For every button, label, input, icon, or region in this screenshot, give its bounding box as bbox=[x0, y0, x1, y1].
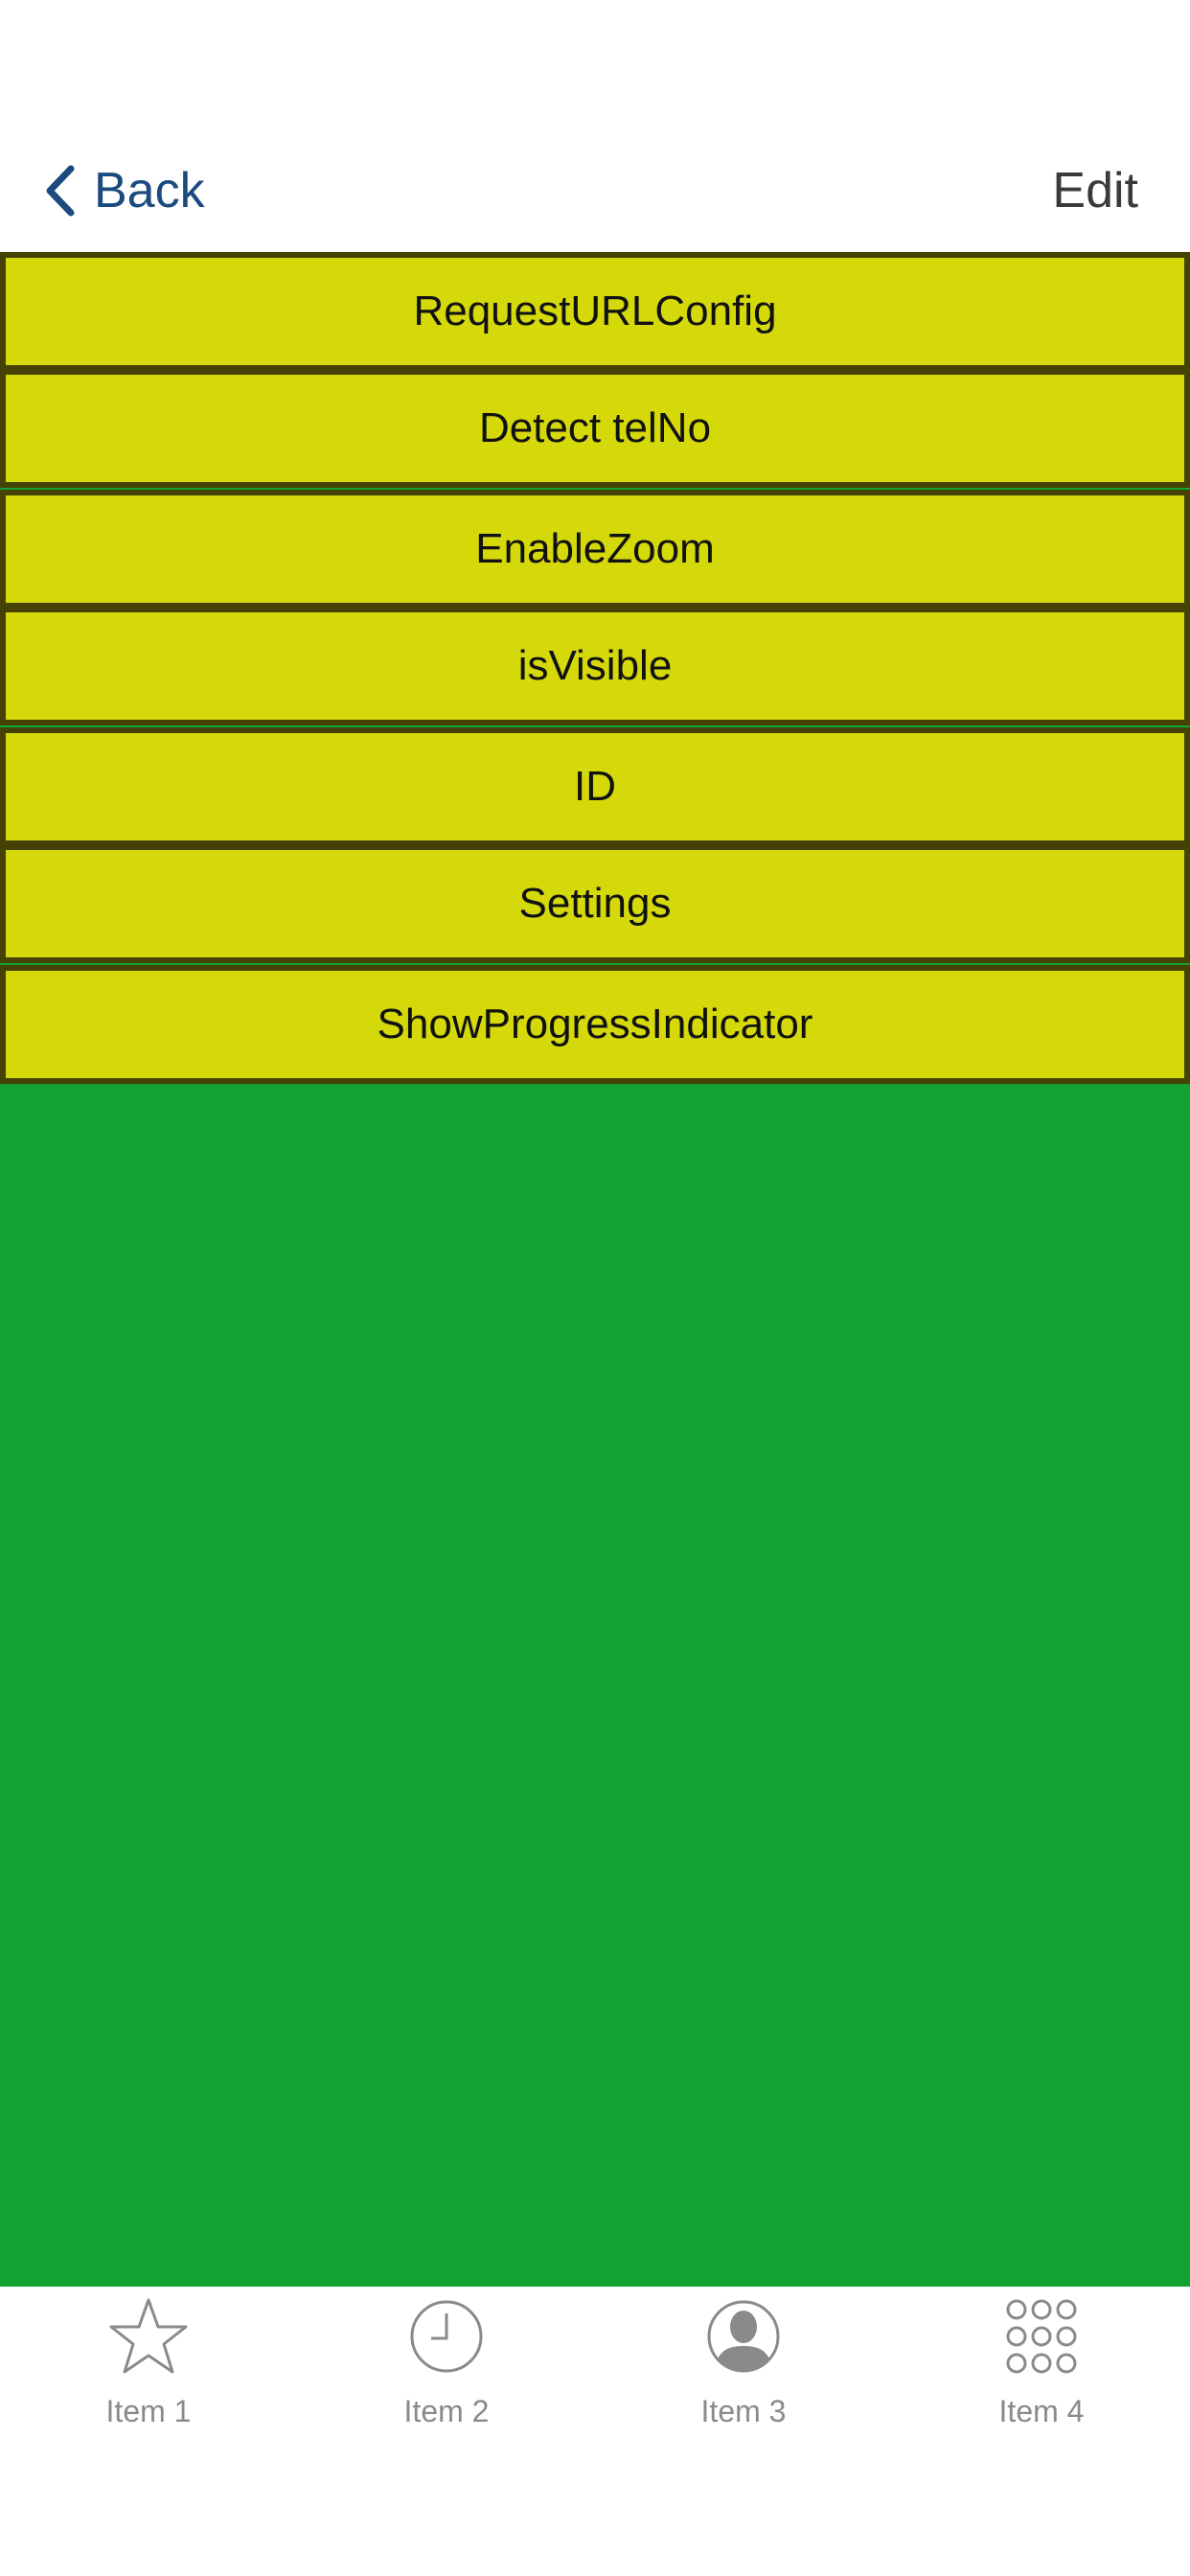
tab-item-4[interactable]: Item 4 bbox=[946, 2296, 1137, 2450]
list-item-label: Settings bbox=[518, 880, 672, 927]
tab-label: Item 2 bbox=[403, 2394, 490, 2428]
tab-item-2[interactable]: Item 2 bbox=[351, 2296, 542, 2450]
chevron-left-icon bbox=[46, 165, 75, 217]
tab-label: Item 4 bbox=[998, 2394, 1085, 2428]
list-item-label: Detect telNo bbox=[478, 404, 712, 451]
list-item[interactable]: RequestURLConfig bbox=[0, 252, 1190, 371]
list-item-label: ShowProgressIndicator bbox=[377, 1000, 813, 1047]
list-item[interactable]: isVisible bbox=[0, 607, 1190, 725]
list-item-label: RequestURLConfig bbox=[413, 288, 777, 334]
edit-button[interactable]: Edit bbox=[1052, 153, 1138, 228]
star-icon bbox=[109, 2298, 188, 2374]
list-item[interactable]: Detect telNo bbox=[0, 369, 1190, 488]
list-item[interactable]: Settings bbox=[0, 844, 1190, 963]
clock-icon bbox=[410, 2300, 483, 2373]
back-button-label: Back bbox=[94, 163, 205, 218]
tab-item-3[interactable]: Item 3 bbox=[648, 2296, 839, 2450]
tab-item-1[interactable]: Item 1 bbox=[53, 2296, 244, 2450]
content-area: RequestURLConfig Detect telNo EnableZoom… bbox=[0, 252, 1190, 2287]
person-icon bbox=[707, 2300, 780, 2373]
list-item[interactable]: ShowProgressIndicator bbox=[0, 965, 1190, 1084]
navigation-bar: Back Edit bbox=[0, 0, 1190, 252]
list-item-label: isVisible bbox=[517, 642, 673, 689]
list-item-label: EnableZoom bbox=[475, 525, 715, 572]
list-item[interactable]: EnableZoom bbox=[0, 490, 1190, 609]
tab-bar: Item 1 Item 2 Item 3 Item 4 bbox=[0, 2287, 1190, 2576]
back-button[interactable]: Back bbox=[44, 153, 205, 228]
tab-label: Item 1 bbox=[105, 2394, 192, 2428]
grid-icon bbox=[1006, 2299, 1077, 2374]
list-item[interactable]: ID bbox=[0, 727, 1190, 846]
list-item-label: ID bbox=[574, 763, 616, 810]
tab-label: Item 3 bbox=[700, 2394, 787, 2428]
